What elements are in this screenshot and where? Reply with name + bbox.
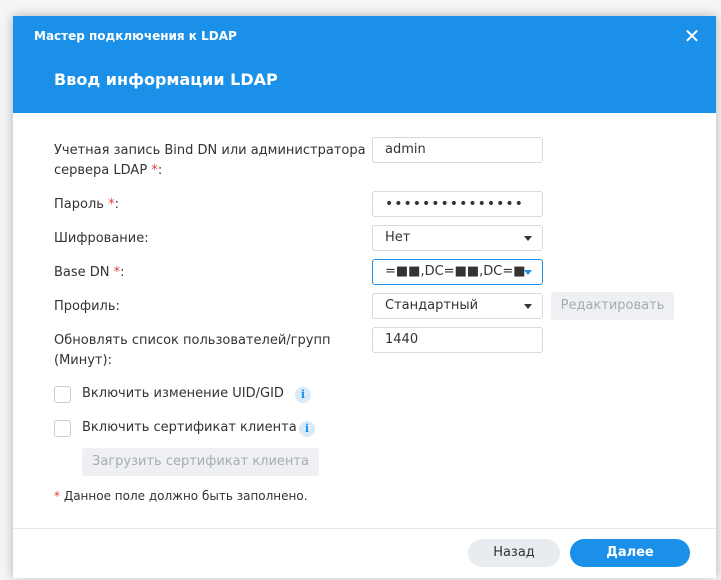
chevron-down-icon	[524, 236, 532, 241]
base-dn-label: Base DN *:	[54, 263, 125, 283]
encryption-select[interactable]: Нет	[372, 225, 543, 251]
password-label: Пароль *:	[54, 195, 119, 215]
footer-divider	[13, 528, 716, 529]
encryption-value: Нет	[385, 230, 411, 245]
base-dn-value: =■■,DC=■■,DC=■	[385, 264, 526, 279]
base-dn-select[interactable]: =■■,DC=■■,DC=■	[372, 259, 543, 285]
info-icon[interactable]: i	[299, 421, 315, 437]
info-icon[interactable]: i	[295, 387, 311, 403]
dialog-header: Мастер подключения к LDAP ✕ Ввод информа…	[13, 16, 716, 113]
chevron-down-icon	[524, 270, 532, 275]
next-button[interactable]: Далее	[570, 539, 690, 567]
bind-dn-input[interactable]: admin	[372, 137, 543, 163]
refresh-interval-label: Обновлять список пользователей/групп (Ми…	[54, 331, 330, 371]
refresh-label-line2: (Минут):	[54, 353, 112, 368]
required-field-note: * Данное поле должно быть заполнено.	[54, 486, 308, 506]
client-cert-label: Включить сертификат клиента	[82, 420, 297, 435]
step-title: Ввод информации LDAP	[54, 70, 278, 89]
background-strip	[716, 0, 721, 580]
refresh-label-line1: Обновлять список пользователей/групп	[54, 333, 331, 348]
back-button[interactable]: Назад	[468, 539, 560, 567]
bind-dn-label-line1: Учетная запись Bind DN или администратор…	[54, 143, 366, 158]
encryption-label: Шифрование:	[54, 231, 149, 246]
wizard-title: Мастер подключения к LDAP	[34, 29, 237, 43]
label-colon: :	[114, 197, 119, 212]
required-mark: *	[54, 489, 60, 503]
bind-dn-label: Учетная запись Bind DN или администратор…	[54, 141, 366, 181]
refresh-interval-input[interactable]: 1440	[372, 327, 543, 353]
close-icon[interactable]: ✕	[682, 25, 702, 47]
client-cert-checkbox[interactable]	[54, 420, 71, 437]
profile-select[interactable]: Стандартный	[372, 293, 543, 319]
uid-gid-checkbox[interactable]	[54, 386, 71, 403]
edit-profile-button[interactable]: Редактировать	[551, 292, 674, 320]
required-note-text: Данное поле должно быть заполнено.	[63, 489, 308, 503]
chevron-down-icon	[524, 304, 532, 309]
label-colon: :	[120, 265, 125, 280]
bind-dn-label-line2: сервера LDAP	[54, 163, 148, 178]
base-dn-label-text: Base DN	[54, 265, 110, 280]
label-colon: :	[157, 163, 163, 178]
uid-gid-label: Включить изменение UID/GID	[82, 386, 284, 401]
profile-value: Стандартный	[385, 298, 479, 313]
upload-certificate-button[interactable]: Загрузить сертификат клиента	[82, 448, 319, 476]
background-strip	[0, 0, 721, 16]
profile-label: Профиль:	[54, 299, 120, 314]
ldap-wizard-dialog: Мастер подключения к LDAP ✕ Ввод информа…	[13, 16, 716, 578]
password-label-text: Пароль	[54, 197, 104, 212]
password-input[interactable]: •••••••••••••••	[372, 191, 543, 217]
background-strip	[0, 0, 13, 580]
